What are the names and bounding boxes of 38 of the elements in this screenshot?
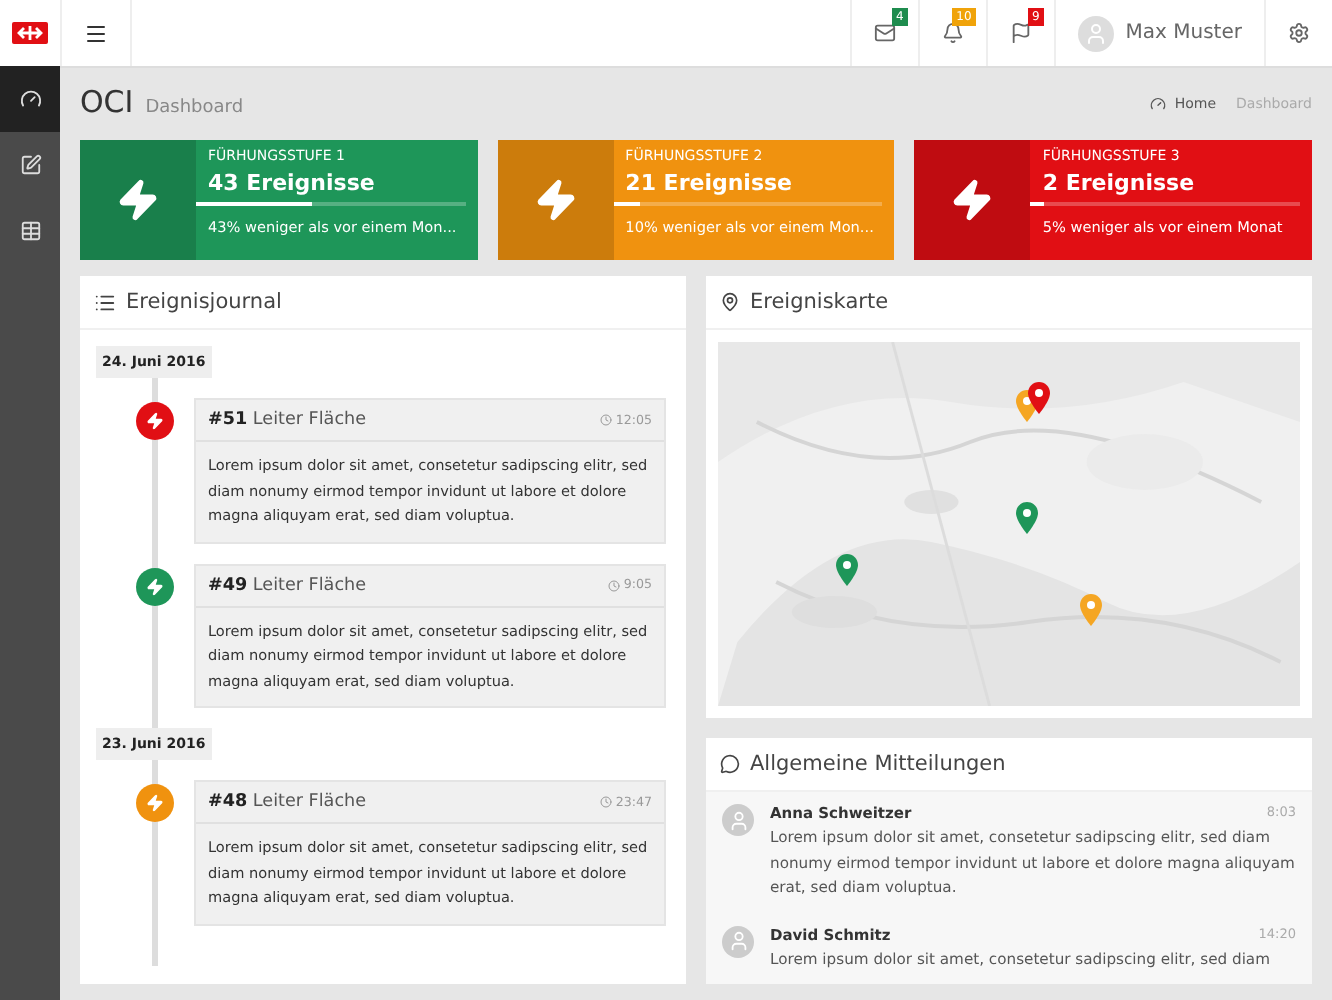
event-title: #49 Leiter Fläche [208, 575, 367, 595]
list-icon [94, 291, 116, 313]
table-icon [19, 220, 41, 242]
map-pin[interactable] [1028, 382, 1051, 415]
page-title: OCI [80, 84, 134, 120]
panel-title: Ereignisjournal [126, 290, 282, 314]
clock-icon [599, 414, 612, 426]
gauge-icon [19, 88, 41, 110]
sidebar-item[interactable] [0, 66, 60, 132]
event-title: #51 Leiter Fläche [208, 410, 367, 430]
menu-icon [84, 21, 108, 45]
pin-icon [720, 292, 740, 312]
panel-title: Allgemeine Mitteilungen [750, 752, 1006, 776]
lightning-icon [116, 178, 160, 222]
mail-icon [873, 22, 896, 44]
map-pin[interactable] [836, 553, 859, 586]
clock-icon [599, 796, 612, 808]
edit-icon [19, 154, 41, 176]
menu-button[interactable] [60, 0, 132, 66]
stat-value: 2 Ereignisse [1042, 170, 1197, 196]
speech-bubble-icon [720, 754, 740, 774]
bell-icon [941, 22, 964, 44]
flag-icon [1009, 22, 1032, 44]
page-subtitle: Dashboard [145, 98, 244, 118]
lightning-icon [533, 178, 578, 222]
event-title: #48 Leiter Fläche [208, 792, 367, 812]
lightning-icon [950, 178, 995, 222]
avatar-icon [722, 925, 754, 957]
panel-title: Ereigniskarte [750, 290, 889, 314]
avatar-icon [722, 804, 754, 836]
dashboard-icon [1150, 96, 1167, 112]
avatar-icon [1077, 15, 1114, 51]
clock-icon [607, 579, 620, 591]
stat-value: 21 Ereignisse [625, 170, 795, 196]
map-pin[interactable] [1016, 502, 1039, 535]
stat-value: 43 Ereignisse [208, 170, 377, 196]
logo-icon [12, 22, 48, 44]
settings-icon [1288, 22, 1310, 44]
